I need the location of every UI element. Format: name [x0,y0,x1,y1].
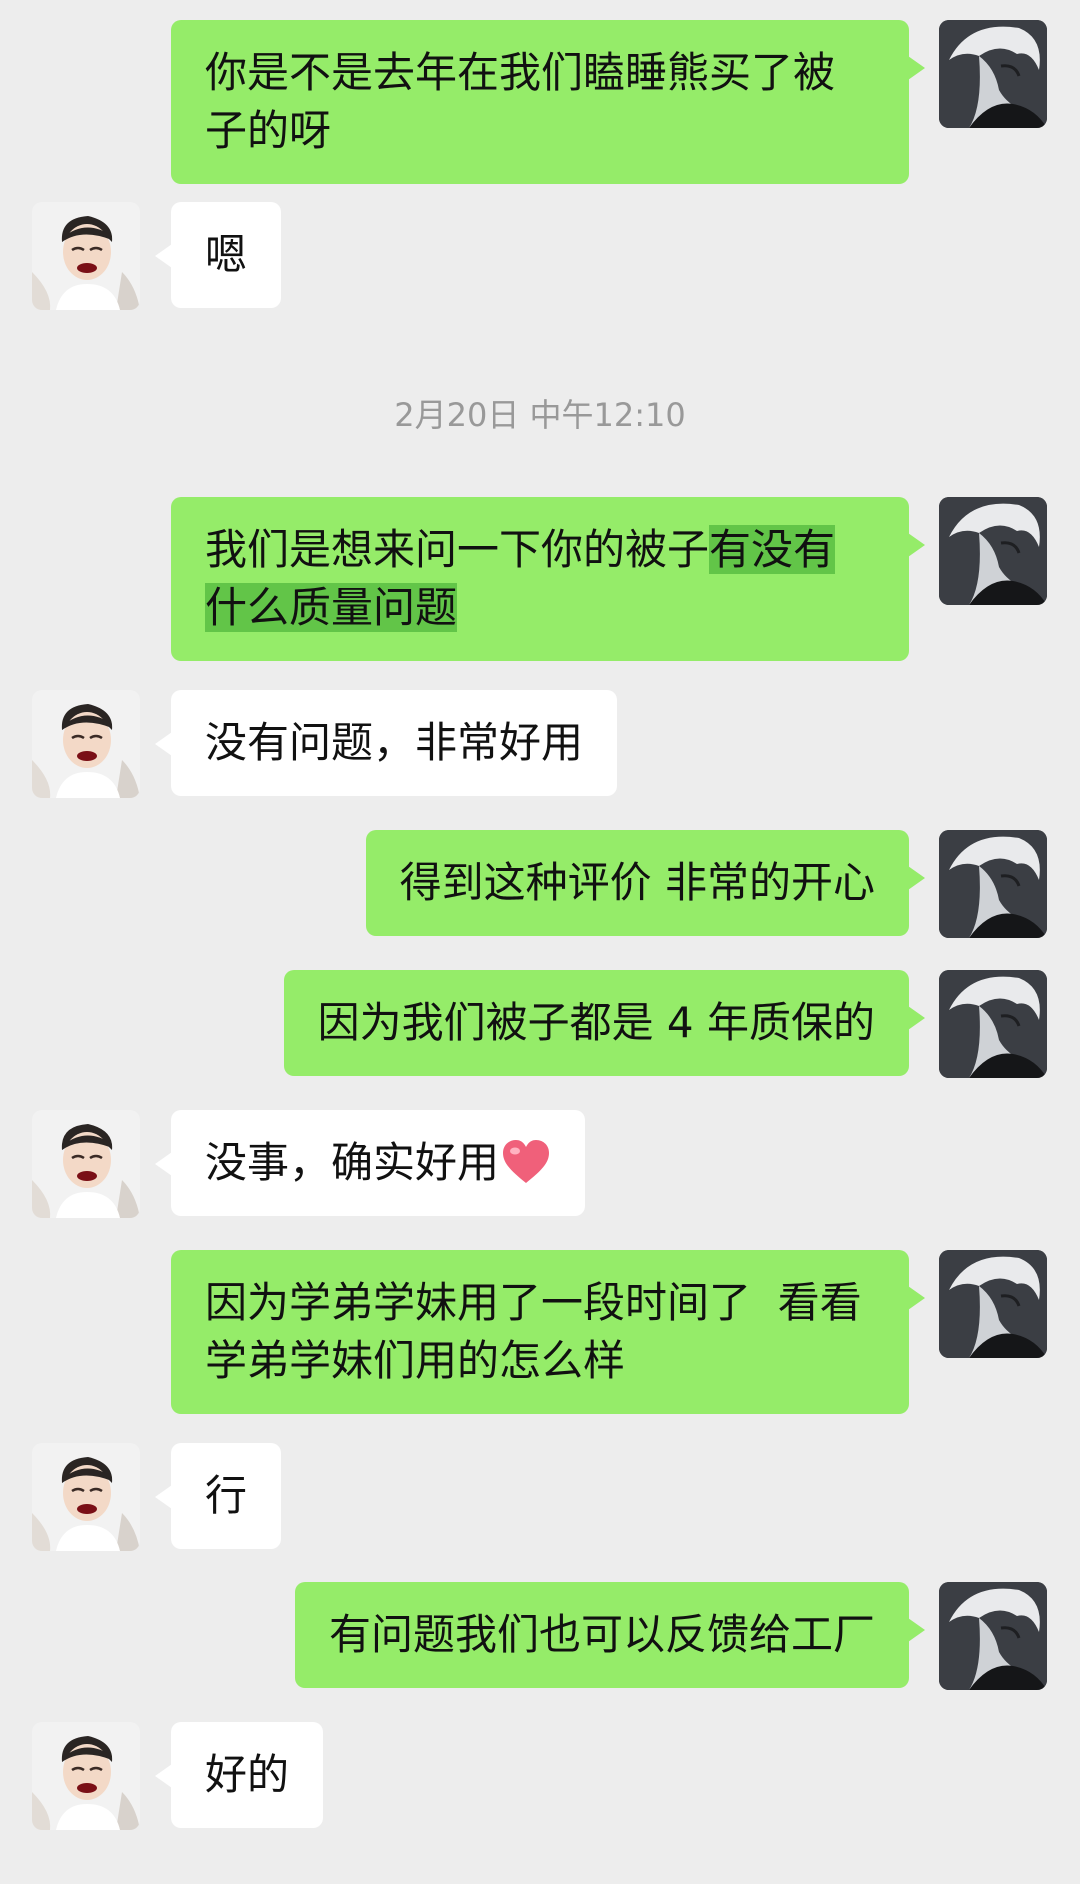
message-text: 我们是想来问一下你的被子 [205,525,710,574]
avatar-me[interactable] [939,1582,1047,1690]
message-bubble-incoming[interactable]: 没事，确实好用 [154,1110,586,1216]
message-bubble-incoming[interactable]: 行 [154,1443,282,1549]
message-bubble-incoming[interactable]: 嗯 [154,202,282,308]
message-bubble-outgoing[interactable]: 我们是想来问一下你的被子有没有什么质量问题 [171,497,925,661]
message-bubble-incoming[interactable]: 好的 [154,1722,324,1828]
avatar-me[interactable] [939,1250,1047,1358]
message-bubble-outgoing[interactable]: 有问题我们也可以反馈给工厂 [294,1582,926,1688]
avatar-customer[interactable] [32,202,140,310]
message-text: 没事，确实好用 [205,1138,500,1187]
chat-timestamp: 2月20日 中午12:10 [394,396,686,434]
message-bubble-incoming[interactable]: 没有问题，非常好用 [154,690,618,796]
avatar-me[interactable] [939,20,1047,128]
avatar-customer[interactable] [32,690,140,798]
message-bubble-outgoing[interactable]: 因为学弟学妹用了一段时间了 看看学弟学妹们用的怎么样 [171,1250,925,1414]
avatar-me[interactable] [939,970,1047,1078]
message-bubble-outgoing[interactable]: 因为我们被子都是 4 年质保的 [283,970,926,1076]
avatar-me[interactable] [939,497,1047,605]
heart-icon [503,1140,550,1183]
message-bubble-outgoing[interactable]: 得到这种评价 非常的开心 [365,830,926,936]
avatar-customer[interactable] [32,1110,140,1218]
message-bubble-outgoing[interactable]: 你是不是去年在我们瞌睡熊买了被子的呀 [171,20,925,184]
avatar-me[interactable] [939,830,1047,938]
avatar-customer[interactable] [32,1722,140,1830]
chat-conversation: 你是不是去年在我们瞌睡熊买了被子的呀 嗯 2月20日 中午12:10 我们是想来… [0,0,1080,1884]
avatar-customer[interactable] [32,1443,140,1551]
